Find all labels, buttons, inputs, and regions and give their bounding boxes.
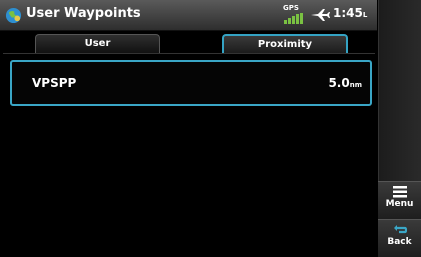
tab-proximity[interactable]: Proximity [222, 34, 348, 54]
list-item[interactable]: VPSPP 5.0nm [10, 60, 372, 106]
waypoint-name: VPSPP [32, 76, 77, 90]
gps-status-icon: GPS [283, 4, 305, 26]
menu-icon [392, 186, 407, 198]
menu-button[interactable]: Menu [378, 181, 421, 219]
airplane-icon [311, 9, 330, 21]
tab-divider [3, 53, 375, 54]
waypoint-distance: 5.0nm [328, 76, 362, 90]
menu-label: Menu [385, 199, 414, 209]
page-title: User Waypoints [26, 6, 141, 21]
clock: 1:45L [333, 6, 368, 20]
back-button[interactable]: Back [378, 219, 421, 257]
globe-icon [5, 7, 22, 24]
title-bar: User Waypoints GPS 1:45L [0, 0, 377, 31]
tab-user[interactable]: User [35, 34, 160, 53]
back-arrow-icon [393, 225, 407, 234]
back-label: Back [387, 237, 412, 247]
